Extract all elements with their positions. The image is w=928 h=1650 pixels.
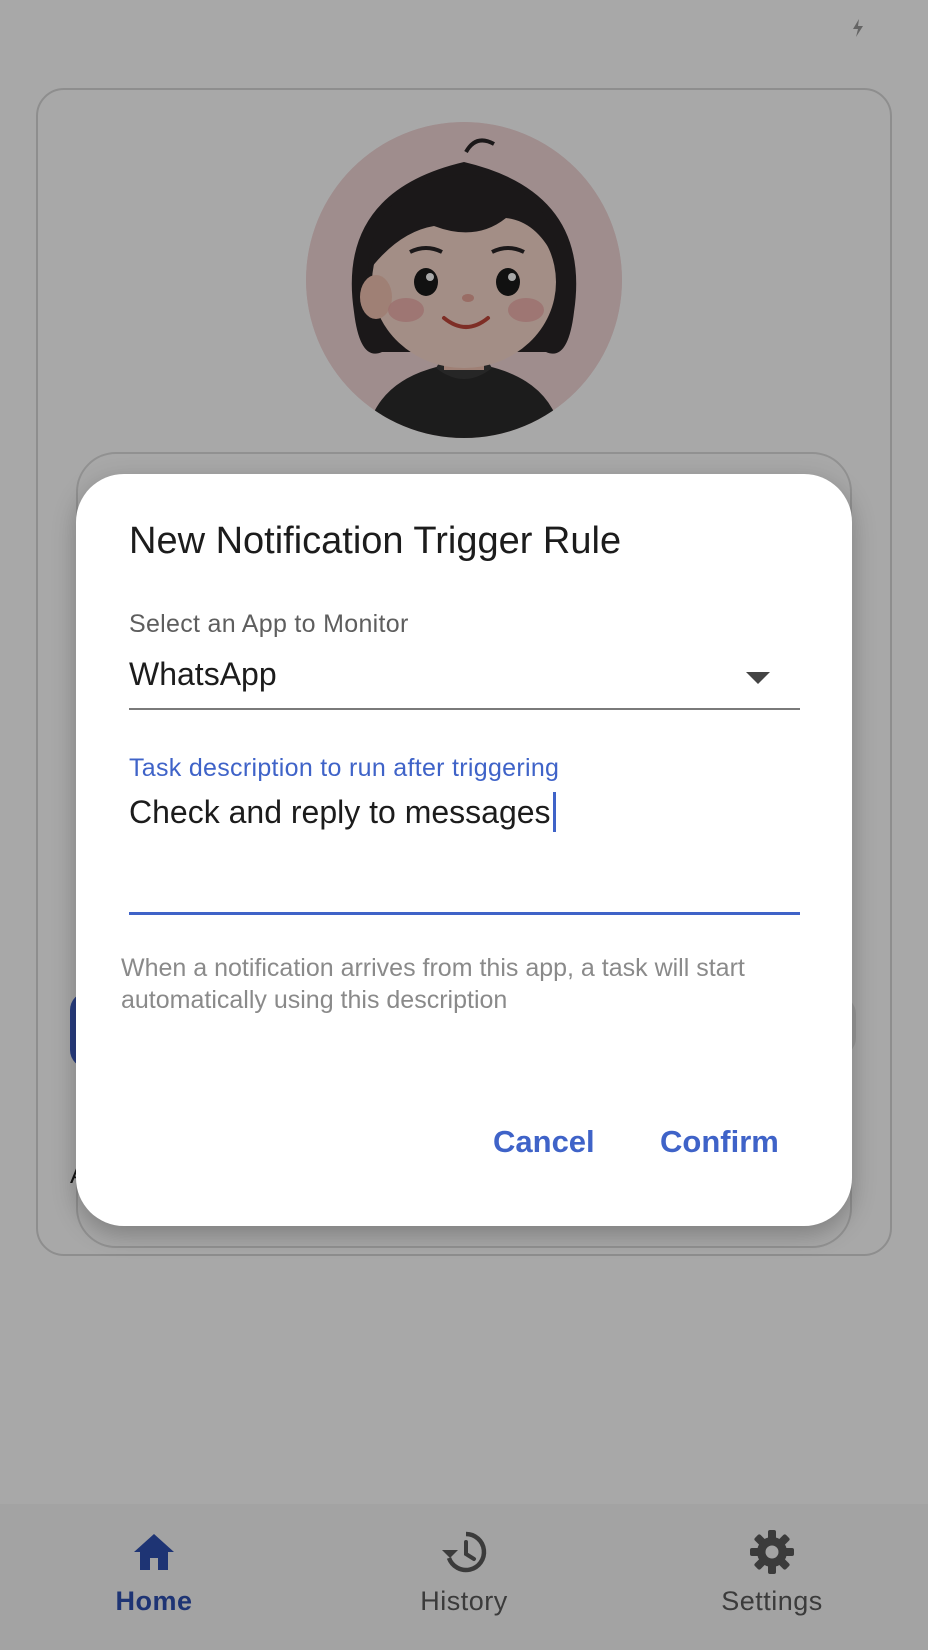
new-trigger-rule-dialog: New Notification Trigger Rule Select an … (76, 474, 852, 1226)
app-select-label: Select an App to Monitor (129, 610, 409, 638)
text-cursor (552, 792, 556, 832)
dropdown-arrow-icon[interactable] (744, 670, 772, 686)
cancel-button[interactable]: Cancel (493, 1124, 595, 1160)
app-select-underline (129, 708, 800, 710)
task-description-label: Task description to run after triggering (129, 754, 560, 782)
task-description-text: Check and reply to messages (129, 793, 551, 830)
confirm-button[interactable]: Confirm (660, 1124, 779, 1160)
task-description-input[interactable]: Check and reply to messages (129, 792, 556, 832)
app-select[interactable]: WhatsApp (129, 656, 277, 693)
dialog-title: New Notification Trigger Rule (129, 520, 622, 562)
helper-text: When a notification arrives from this ap… (121, 954, 745, 1014)
task-description-underline (129, 912, 800, 915)
